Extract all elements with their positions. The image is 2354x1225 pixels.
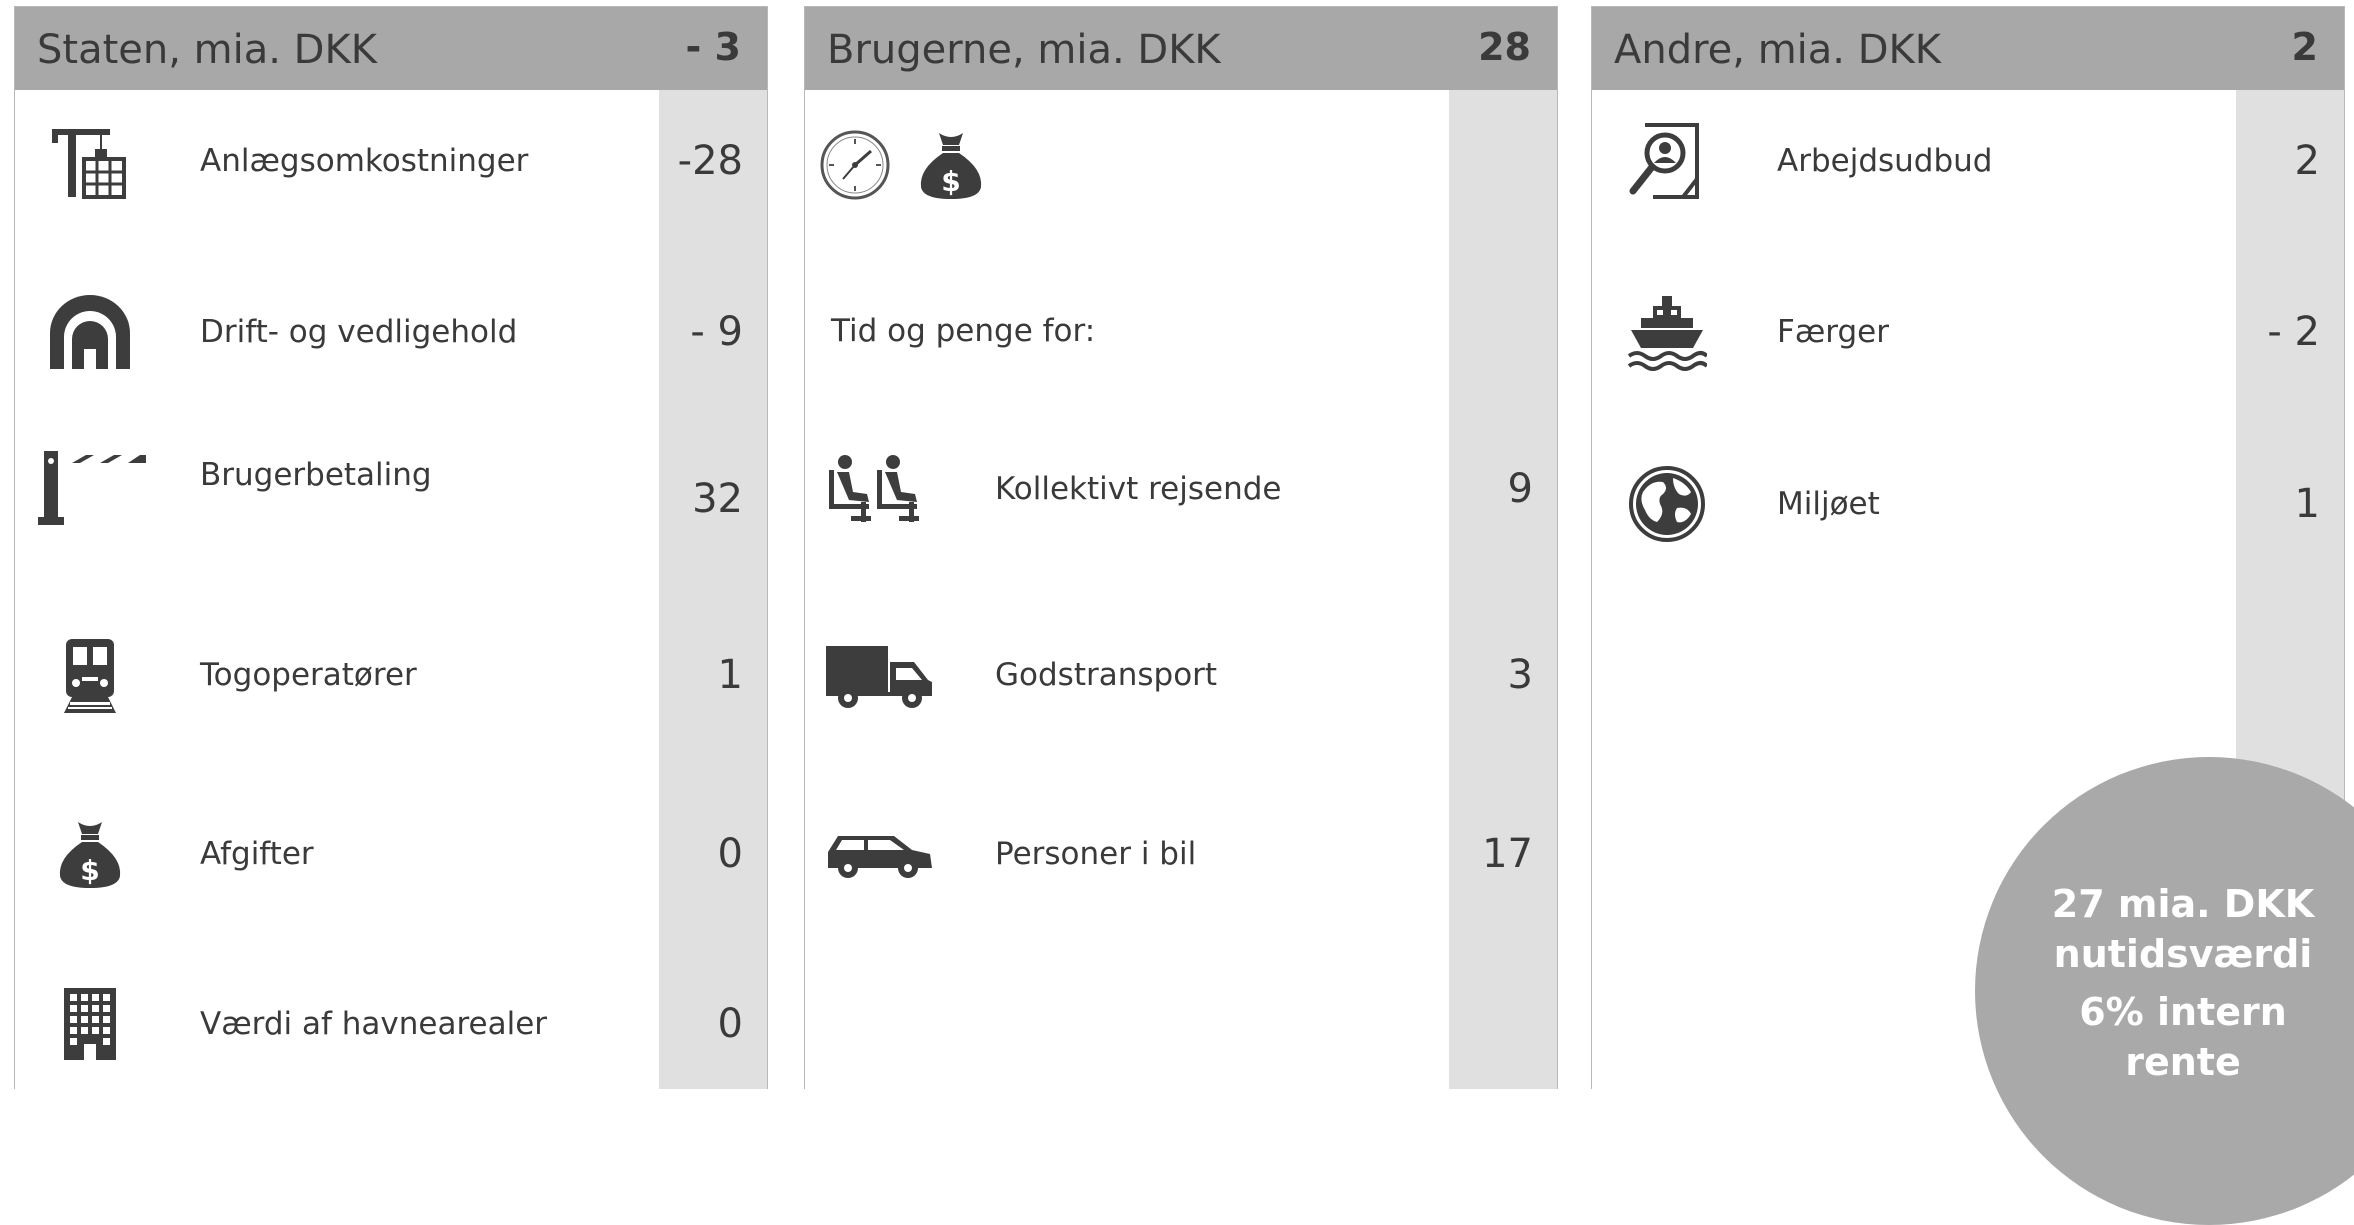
- panel-title: Andre, mia. DKK: [1614, 27, 1941, 73]
- list-item: Færger - 2: [1592, 282, 2344, 382]
- row-value: 0: [717, 1001, 743, 1047]
- row-value: 3: [1507, 652, 1533, 698]
- value-column: [1449, 90, 1557, 1089]
- row-label: Anlægsomkostninger: [200, 143, 529, 179]
- list-item: $ Afgifter 0: [15, 804, 767, 904]
- seated-passengers-icon: [815, 439, 945, 539]
- row-label: Arbejdsudbud: [1777, 143, 1993, 179]
- list-item: Kollektivt rejsende 9: [805, 439, 1557, 539]
- value-column: [659, 90, 767, 1089]
- row-value: 2: [2294, 138, 2320, 184]
- list-item: Værdi af havnearealer 0: [15, 974, 767, 1074]
- row-value: 0: [717, 831, 743, 877]
- row-label: Personer i bil: [995, 836, 1197, 872]
- panel-header: Staten, mia. DKK - 3: [15, 7, 767, 90]
- panel-header: Andre, mia. DKK 2: [1592, 7, 2344, 90]
- row-label: Drift- og vedligehold: [200, 314, 518, 350]
- car-icon: [815, 804, 945, 904]
- row-label: Togoperatører: [200, 657, 417, 693]
- tunnel-icon: [35, 282, 145, 382]
- row-value: 1: [2294, 481, 2320, 527]
- panel-title: Staten, mia. DKK: [37, 27, 377, 73]
- panel-staten: Staten, mia. DKK - 3 Anlægsomkostninger …: [14, 6, 768, 1089]
- row-value: 32: [692, 476, 743, 522]
- list-item: Miljøet 1: [1592, 454, 2344, 554]
- ferry-icon: [1612, 282, 1722, 382]
- summary-value-label: nutidsværdi: [2053, 932, 2313, 976]
- panel-total: - 3: [685, 25, 741, 69]
- svg-text:$: $: [941, 165, 960, 198]
- row-value: - 2: [2267, 309, 2320, 355]
- panel-brugerne: Brugerne, mia. DKK 28 $ Tid og penge for…: [804, 6, 1558, 1089]
- panel-header: Brugerne, mia. DKK 28: [805, 7, 1557, 90]
- summary-value: 27 mia. DKK: [2051, 882, 2315, 926]
- truck-icon: [815, 625, 945, 725]
- list-item: Brugerbetaling 32: [15, 437, 767, 537]
- row-value: 17: [1482, 831, 1533, 877]
- crane-building-icon: [35, 111, 145, 211]
- money-bag-icon: $: [35, 804, 145, 904]
- panel-title: Brugerne, mia. DKK: [827, 27, 1221, 73]
- row-label: Værdi af havnearealer: [200, 1006, 548, 1042]
- clock-icon: [820, 130, 890, 200]
- row-label: Brugerbetaling: [200, 457, 432, 493]
- row-value: - 9: [690, 309, 743, 355]
- summary-rate-label: rente: [2125, 1040, 2241, 1084]
- row-label: Godstransport: [995, 657, 1218, 693]
- money-bag-icon: $: [920, 133, 982, 199]
- summary-rate: 6% intern: [2079, 990, 2287, 1034]
- intro-note: Tid og penge for:: [831, 313, 1096, 349]
- list-item: Anlægsomkostninger -28: [15, 111, 767, 211]
- list-item: Personer i bil 17: [805, 804, 1557, 904]
- summary-text: 27 mia. DKK nutidsværdi 6% intern rente: [2003, 879, 2354, 1087]
- svg-text:$: $: [80, 854, 99, 887]
- building-icon: [35, 974, 145, 1074]
- globe-icon: [1612, 454, 1722, 554]
- list-item: Arbejdsudbud 2: [1592, 111, 2344, 211]
- top-icons: $: [819, 125, 999, 205]
- row-label: Afgifter: [200, 836, 314, 872]
- train-icon: [35, 625, 145, 725]
- panel-total: 2: [2291, 25, 2318, 69]
- list-item: Drift- og vedligehold - 9: [15, 282, 767, 382]
- job-search-icon: [1612, 111, 1722, 211]
- row-label: Kollektivt rejsende: [995, 471, 1282, 507]
- row-value: -28: [677, 138, 743, 184]
- row-value: 1: [717, 652, 743, 698]
- row-label: Færger: [1777, 314, 1889, 350]
- panel-total: 28: [1478, 25, 1531, 69]
- list-item: Godstransport 3: [805, 625, 1557, 725]
- toll-barrier-icon: [25, 437, 155, 537]
- row-label: Miljøet: [1777, 486, 1880, 522]
- list-item: Togoperatører 1: [15, 625, 767, 725]
- row-value: 9: [1507, 466, 1533, 512]
